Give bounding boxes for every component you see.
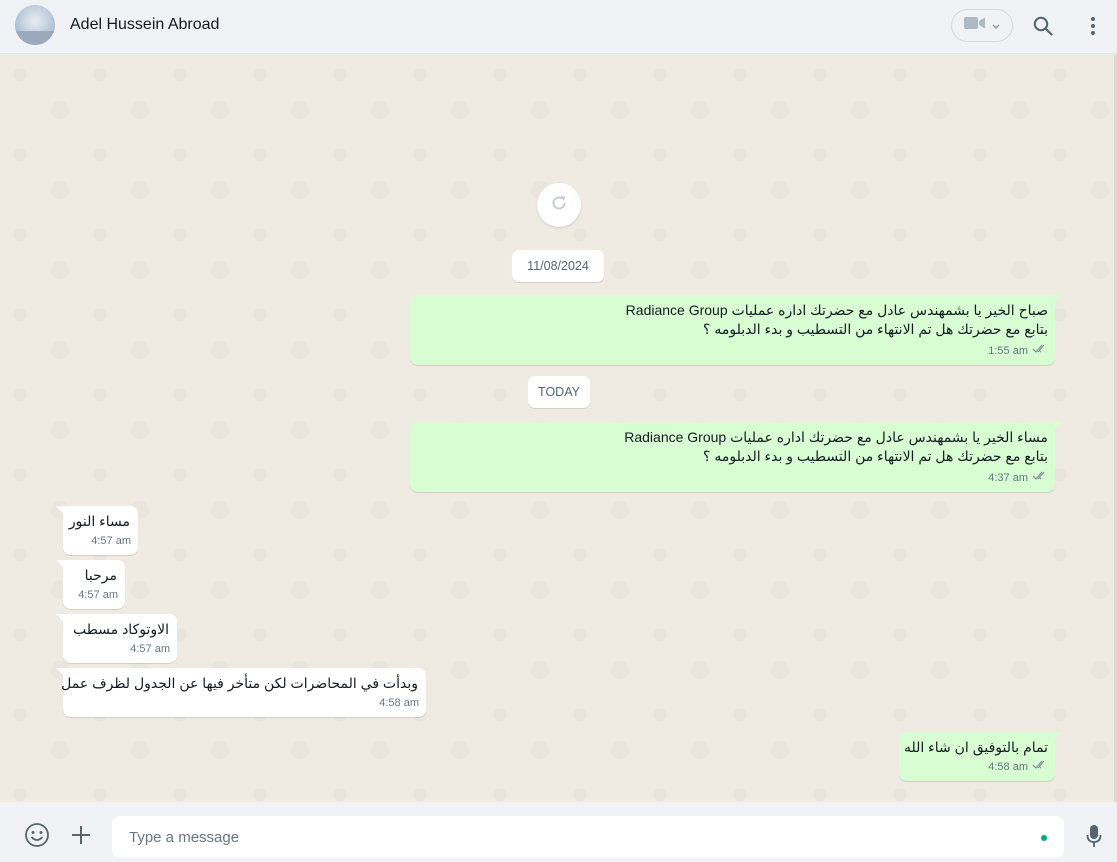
double-check-icon (1032, 469, 1048, 488)
message-time: 4:58 am (988, 761, 1028, 773)
message-text: الاوتوكاد مسطب (72, 621, 169, 637)
message-text: وبدأت في المحاضرات لكن متأخر فيها عن الج… (61, 675, 418, 691)
message-composer (0, 802, 1117, 862)
emoji-icon[interactable] (23, 821, 51, 849)
attach-icon[interactable] (67, 821, 95, 849)
message-meta: 4:57 am (78, 586, 118, 605)
message-incoming[interactable]: مساء النور 4:57 am (56, 506, 138, 555)
search-icon[interactable] (1031, 14, 1055, 38)
message-incoming[interactable]: مرحبا 4:57 am (56, 560, 125, 609)
message-text: مساء الخير يا بشمهندس عادل مع حضرتك ادار… (624, 429, 1048, 464)
message-meta: 1:55 am (988, 342, 1048, 361)
message-meta: 4:57 am (130, 640, 170, 659)
input-status-dot (1041, 835, 1047, 841)
video-call-button[interactable] (951, 9, 1013, 42)
message-incoming[interactable]: وبدأت في المحاضرات لكن متأخر فيها عن الج… (56, 668, 426, 717)
message-meta: 4:58 am (379, 694, 419, 713)
chat-panel[interactable]: 11/08/2024 صباح الخير يا بشمهندس عادل مع… (0, 55, 1117, 802)
chevron-down-icon (992, 17, 1000, 35)
contact-name[interactable]: Adel Hussein Abroad (70, 16, 219, 34)
message-text: صباح الخير يا بشمهندس عادل مع حضرتك ادار… (625, 302, 1048, 337)
date-separator: 11/08/2024 (512, 250, 604, 282)
message-time: 4:57 am (130, 643, 170, 655)
video-call-icon (964, 16, 986, 35)
message-time: 4:57 am (91, 535, 131, 547)
message-outgoing[interactable]: تمام بالتوفيق ان شاء الله 4:58 am (899, 732, 1062, 781)
message-outgoing[interactable]: صباح الخير يا بشمهندس عادل مع حضرتك ادار… (410, 295, 1062, 365)
message-time: 1:55 am (988, 345, 1028, 357)
message-input[interactable] (112, 816, 1064, 858)
double-check-icon (1032, 342, 1048, 361)
date-separator: TODAY (528, 376, 590, 408)
message-time: 4:58 am (379, 697, 419, 709)
message-time: 4:37 am (988, 472, 1028, 484)
message-text: مساء النور (68, 513, 130, 529)
message-text: مرحبا (84, 567, 117, 583)
message-incoming[interactable]: الاوتوكاد مسطب 4:57 am (56, 614, 177, 663)
refresh-icon (549, 193, 569, 218)
message-meta: 4:58 am (988, 758, 1048, 777)
contact-avatar[interactable] (15, 5, 55, 45)
message-meta: 4:57 am (91, 532, 131, 551)
microphone-icon[interactable] (1080, 822, 1108, 850)
message-outgoing[interactable]: مساء الخير يا بشمهندس عادل مع حضرتك ادار… (410, 422, 1062, 492)
double-check-icon (1032, 758, 1048, 777)
chat-header: Adel Hussein Abroad (0, 0, 1117, 54)
message-time: 4:57 am (78, 589, 118, 601)
menu-icon[interactable] (1081, 14, 1105, 38)
message-text: تمام بالتوفيق ان شاء الله (903, 739, 1048, 755)
message-meta: 4:37 am (988, 469, 1048, 488)
load-older-button[interactable] (537, 183, 581, 227)
